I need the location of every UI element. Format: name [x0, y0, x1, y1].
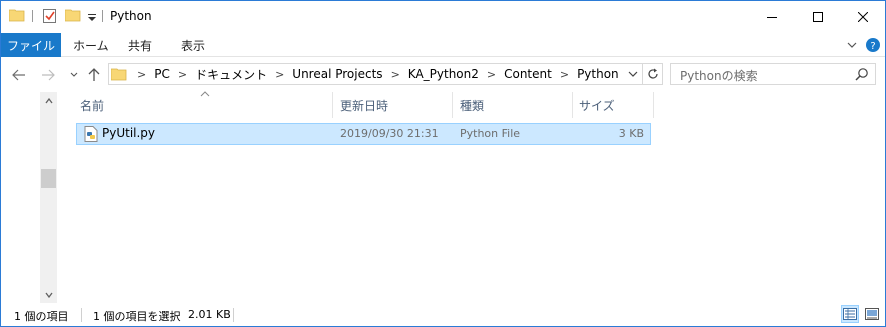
column-header-date[interactable]: 更新日時: [340, 92, 451, 118]
minimize-button[interactable]: [749, 1, 794, 32]
navigation-pane-scrollbar[interactable]: [40, 92, 57, 303]
chevron-down-icon: [70, 72, 78, 77]
up-button[interactable]: [85, 66, 103, 84]
file-type: Python File: [460, 127, 521, 140]
svg-text:?: ?: [870, 41, 875, 52]
column-header-type[interactable]: 種類: [460, 92, 571, 118]
maximize-button[interactable]: [795, 1, 840, 32]
title-bar: Python: [1, 1, 885, 33]
python-file-icon: [84, 126, 98, 142]
explorer-window: Python ファイル ホーム 共有 表示 ? > PC > ドキュメント > …: [0, 0, 886, 327]
back-button[interactable]: [10, 66, 28, 84]
file-row[interactable]: PyUtil.py 2019/09/30 21:31 Python File 3…: [76, 123, 651, 145]
chevron-right-icon: >: [177, 67, 188, 81]
column-divider[interactable]: [332, 92, 333, 118]
folder-icon: [111, 67, 127, 81]
chevron-down-icon: [847, 42, 857, 48]
search-input[interactable]: Pythonの検索: [670, 63, 876, 85]
breadcrumb-item-content[interactable]: Content: [504, 67, 552, 81]
column-name-label: 名前: [80, 98, 105, 113]
chevron-right-icon: >: [486, 67, 497, 81]
file-modified-date: 2019/09/30 21:31: [340, 127, 439, 140]
tab-share[interactable]: 共有: [128, 33, 152, 57]
details-view-icon: [843, 308, 857, 320]
ribbon-tabs: ファイル ホーム 共有 表示 ?: [1, 33, 885, 57]
window-title: Python: [110, 9, 152, 23]
customize-dropdown-icon[interactable]: [87, 8, 97, 26]
chevron-down-icon: [628, 71, 638, 77]
recent-locations-button[interactable]: [65, 66, 83, 84]
breadcrumb: > PC > ドキュメント > Unreal Projects > KA_Pyt…: [111, 64, 619, 84]
minimize-icon: [766, 16, 777, 18]
column-header-size[interactable]: サイズ: [579, 92, 651, 118]
search-placeholder: Pythonの検索: [680, 69, 758, 83]
breadcrumb-item-pc[interactable]: PC: [154, 67, 170, 81]
large-icons-view-icon: [865, 308, 879, 320]
status-item-count: 1 個の項目: [14, 310, 69, 323]
arrow-up-icon: [88, 68, 100, 81]
new-folder-icon[interactable]: [64, 8, 81, 26]
breadcrumb-item-documents[interactable]: ドキュメント: [195, 66, 267, 83]
chevron-right-icon: >: [559, 67, 570, 81]
folder-icon: [8, 8, 25, 26]
scrollbar-thumb[interactable]: [41, 169, 56, 188]
chevron-up-icon: [44, 97, 53, 103]
properties-check-icon[interactable]: [42, 8, 58, 26]
details-view-button[interactable]: [841, 305, 859, 323]
address-history-button[interactable]: [624, 65, 642, 83]
column-divider[interactable]: [452, 92, 453, 118]
breadcrumb-item-unreal-projects[interactable]: Unreal Projects: [292, 67, 382, 81]
chevron-right-icon: >: [137, 67, 147, 81]
navigation-bar: > PC > ドキュメント > Unreal Projects > KA_Pyt…: [1, 58, 885, 92]
status-selected-count: 1 個の項目を選択: [93, 310, 181, 323]
column-type-label: 種類: [460, 98, 485, 113]
maximize-icon: [812, 11, 823, 22]
scroll-down-button[interactable]: [40, 286, 57, 303]
title-separator: [102, 10, 103, 22]
status-bar: 1 個の項目 1 個の項目を選択 2.01 KB: [1, 303, 885, 326]
qa-separator: [32, 10, 33, 22]
tab-file[interactable]: ファイル: [1, 33, 61, 57]
expand-ribbon-button[interactable]: [844, 37, 860, 53]
tab-home[interactable]: ホーム: [73, 33, 109, 57]
arrow-left-icon: [12, 69, 25, 81]
chevron-right-icon: >: [275, 67, 285, 81]
column-divider[interactable]: [572, 92, 573, 118]
close-icon: [857, 11, 868, 22]
status-selected-size: 2.01 KB: [188, 308, 231, 321]
file-name: PyUtil.py: [102, 126, 156, 140]
refresh-icon: [647, 68, 658, 79]
column-divider[interactable]: [653, 92, 654, 118]
help-icon: ?: [866, 38, 880, 52]
column-size-label: サイズ: [579, 98, 615, 113]
tab-view[interactable]: 表示: [181, 33, 205, 57]
search-icon[interactable]: [855, 67, 869, 81]
forward-button[interactable]: [39, 66, 57, 84]
chevron-down-icon: [44, 292, 53, 298]
breadcrumb-item-python[interactable]: Python: [577, 67, 619, 81]
file-size: 3 KB: [618, 127, 644, 140]
content-area: 名前 更新日時 種類 サイズ PyUtil.py 2019/09/30 21:3…: [1, 91, 885, 303]
help-button[interactable]: ?: [865, 37, 881, 53]
scroll-up-button[interactable]: [40, 92, 57, 109]
refresh-button[interactable]: [642, 64, 662, 84]
status-separator: [81, 308, 82, 322]
address-bar[interactable]: > PC > ドキュメント > Unreal Projects > KA_Pyt…: [108, 63, 663, 85]
breadcrumb-item-ka-python2[interactable]: KA_Python2: [408, 67, 479, 81]
column-date-label: 更新日時: [340, 98, 389, 113]
chevron-right-icon: >: [390, 67, 400, 81]
status-separator: [233, 308, 234, 322]
large-icons-view-button[interactable]: [863, 305, 881, 323]
close-button[interactable]: [840, 1, 885, 32]
arrow-right-icon: [42, 69, 55, 81]
sort-ascending-icon: [200, 91, 210, 97]
